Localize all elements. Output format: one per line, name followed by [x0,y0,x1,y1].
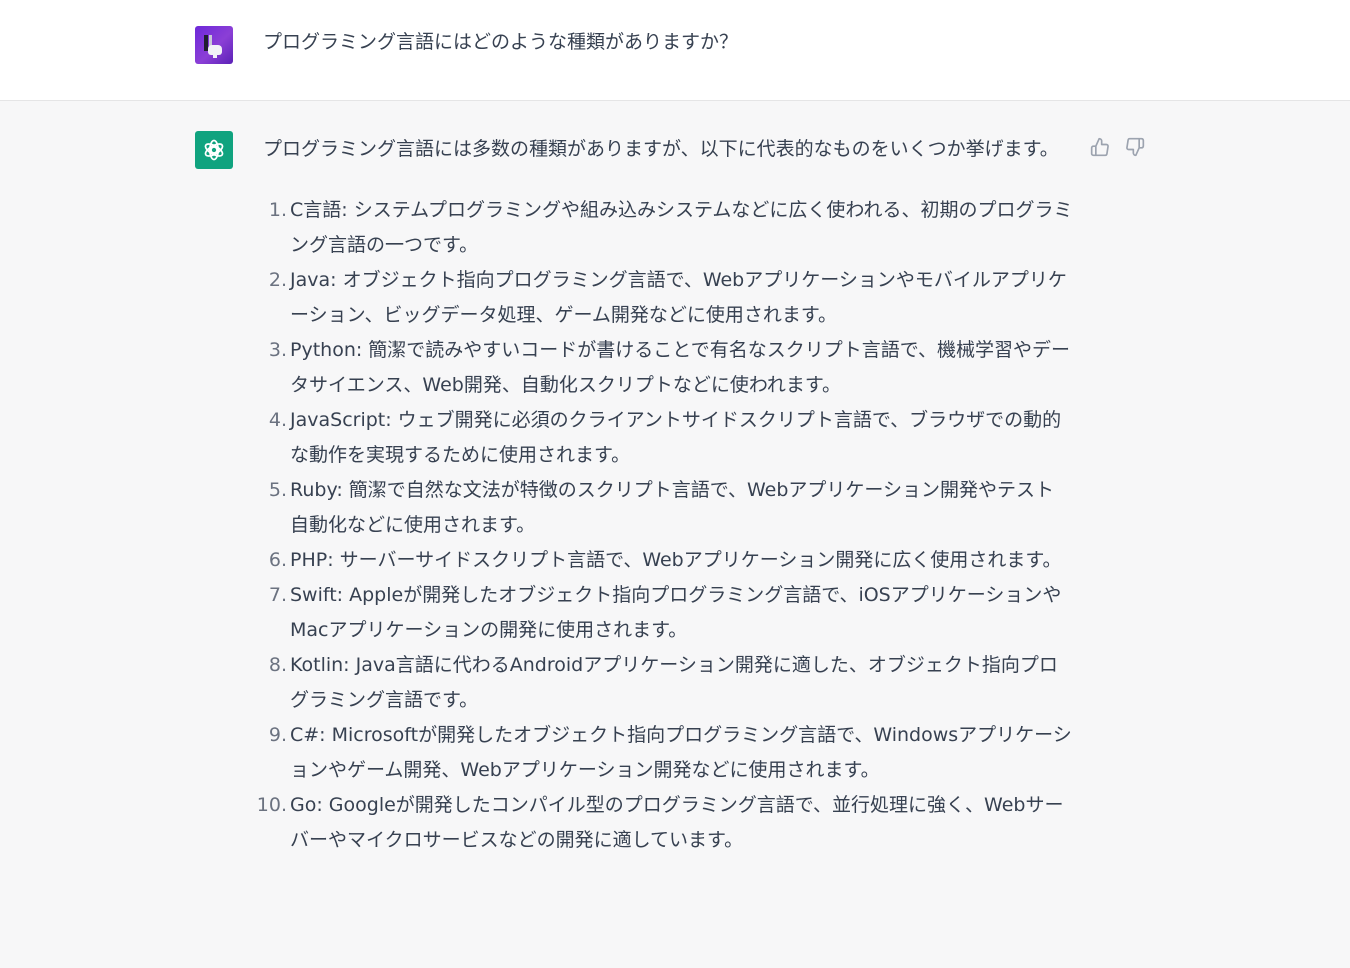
list-item: 3. Python: 簡潔で読みやすいコードが書けることで有名なスクリプト言語で、… [263,333,1073,403]
list-item-number: 5. [268,479,287,501]
list-item-text: Ruby: 簡潔で自然な文法が特徴のスクリプト言語で、Webアプリケーション開発… [290,479,1055,536]
list-item-text: Java: オブジェクト指向プログラミング言語で、Webアプリケーションやモバイ… [290,269,1067,326]
list-item: 5. Ruby: 簡潔で自然な文法が特徴のスクリプト言語で、Webアプリケーション… [263,473,1073,543]
list-item-number: 7. [268,584,287,606]
list-item-number: 9. [268,724,287,746]
list-item-text: Go: Googleが開発したコンパイル型のプログラミング言語で、並行処理に強く… [290,794,1064,851]
list-item: 7. Swift: Appleが開発したオブジェクト指向プログラミング言語で、iO… [263,578,1073,648]
game-controller-avatar-icon [195,26,233,64]
list-item-number: 2. [268,269,287,291]
thumbs-down-icon [1126,137,1145,157]
user-message-row: プログラミング言語にはどのような種類がありますか？ [0,0,1350,101]
list-item-number: 10. [256,794,287,816]
list-item-number: 6. [268,549,287,571]
list-item-number: 1. [268,199,287,221]
list-item-text: Kotlin: Java言語に代わるAndroidアプリケーション開発に適した、… [290,654,1058,711]
list-item: 9. C#: Microsoftが開発したオブジェクト指向プログラミング言語で、W… [263,718,1073,788]
list-item-text: Python: 簡潔で読みやすいコードが書けることで有名なスクリプト言語で、機械… [290,339,1070,396]
thumbs-down-button[interactable] [1123,135,1147,159]
list-item-text: C言語: システムプログラミングや組み込みシステムなどに広く使われる、初期のプロ… [290,199,1073,256]
list-item-number: 4. [268,409,287,431]
list-item-text: Swift: Appleが開発したオブジェクト指向プログラミング言語で、iOSア… [290,584,1062,641]
openai-logo-icon [195,131,233,169]
list-item: 1. C言語: システムプログラミングや組み込みシステムなどに広く使われる、初期の… [263,193,1073,263]
list-item-text: PHP: サーバーサイドスクリプト言語で、Webアプリケーション開発に広く使用さ… [290,549,1062,571]
list-item: 10. Go: Googleが開発したコンパイル型のプログラミング言語で、並行処理… [257,788,1073,858]
list-item-text: C#: Microsoftが開発したオブジェクト指向プログラミング言語で、Win… [290,724,1072,781]
list-item: 2. Java: オブジェクト指向プログラミング言語で、Webアプリケーションやモ… [263,263,1073,333]
list-item-number: 3. [268,339,287,361]
list-item: 6. PHP: サーバーサイドスクリプト言語で、Webアプリケーション開発に広く使… [263,543,1073,578]
list-item: 4. JavaScript: ウェブ開発に必須のクライアントサイドスクリプト言語で… [263,403,1073,473]
user-message-text: プログラミング言語にはどのような種類がありますか？ [263,31,739,53]
list-item-text: JavaScript: ウェブ開発に必須のクライアントサイドスクリプト言語で、ブ… [290,409,1062,466]
thumbs-up-icon [1090,137,1109,157]
assistant-message: プログラミング言語には多数の種類がありますが、以下に代表的なものをいくつか挙げま… [257,132,1073,858]
thumbs-up-button[interactable] [1088,135,1112,159]
answer-list: 1. C言語: システムプログラミングや組み込みシステムなどに広く使われる、初期の… [257,193,1073,858]
assistant-intro: プログラミング言語には多数の種類がありますが、以下に代表的なものをいくつか挙げま… [263,138,1059,160]
list-item: 8. Kotlin: Java言語に代わるAndroidアプリケーション開発に適し… [263,648,1073,718]
list-item-number: 8. [268,654,287,676]
